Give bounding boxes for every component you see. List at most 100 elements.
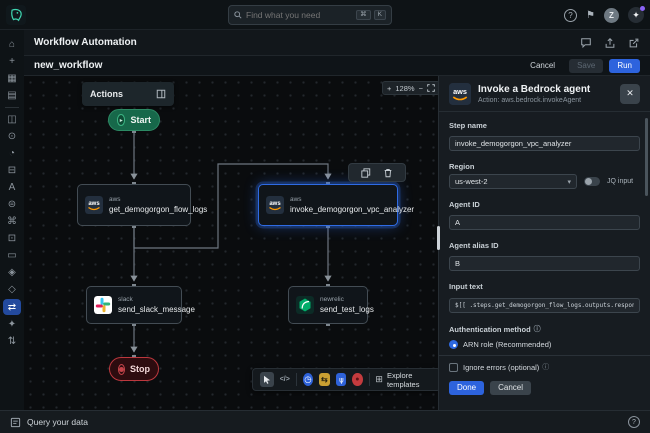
region-select[interactable]: us-west-2 ▾ [449, 174, 577, 189]
nav-logs-icon[interactable]: ⊜ [3, 196, 21, 213]
nav-workflows-icon[interactable]: ⇄ [3, 299, 21, 315]
node-app-label: slack [118, 295, 195, 305]
jq-input-toggle[interactable] [584, 177, 600, 186]
datadog-logo[interactable] [6, 5, 26, 25]
agent-id-label: Agent ID [449, 200, 640, 209]
explore-templates-button[interactable]: ⊞ Explore templates [375, 371, 433, 389]
page-title: Workflow Automation [34, 37, 137, 48]
node-invoke-demogorgon-vpc-analyzer[interactable]: aws aws invoke_demogorgon_vpc_analyzer [258, 184, 398, 226]
nav-ci-icon[interactable]: ⌘ [3, 213, 21, 230]
panel-cancel-button[interactable]: Cancel [490, 381, 531, 395]
templates-grid-icon: ⊞ [375, 374, 383, 385]
info-icon: ⓘ [542, 362, 549, 372]
node-send-test-logs[interactable]: newrelic send_test_logs [288, 286, 368, 324]
global-search[interactable]: ⌘ K [228, 5, 392, 25]
nav-dashboards-icon[interactable]: ◔ [3, 145, 21, 162]
delete-icon[interactable] [383, 168, 393, 178]
panel-scrollbar[interactable] [645, 118, 648, 196]
nav-home-icon[interactable]: ⌂ [3, 36, 21, 53]
node-get-demogorgon-flow-logs[interactable]: aws aws get_demogorgon_flow_logs [77, 184, 191, 226]
cancel-button[interactable]: Cancel [522, 59, 563, 73]
code-view-button[interactable]: </> [280, 376, 290, 383]
monitor-trigger-icon[interactable]: ● [352, 373, 362, 386]
agent-alias-id-input[interactable] [449, 256, 640, 271]
step-config-panel: aws Invoke a Bedrock agent Action: aws.b… [438, 76, 650, 410]
panel-body: Step name Region us-west-2 ▾ JQ input Ag… [439, 113, 650, 355]
search-input[interactable] [246, 10, 353, 20]
canvas-toolbar: </> ◷ ⇆ ⋔ ● ⊞ Explore templates [252, 368, 441, 391]
query-your-data-button[interactable]: Query your data [27, 417, 88, 427]
input-text-label: Input text [449, 282, 640, 291]
schedule-trigger-icon[interactable]: ◷ [303, 373, 313, 386]
node-app-label: newrelic [320, 295, 374, 305]
agent-id-input[interactable] [449, 215, 640, 230]
link-icon[interactable] [628, 37, 640, 49]
start-node[interactable]: ▸ Start [108, 109, 160, 131]
shortcut-cmd-key: ⌘ [356, 10, 371, 21]
zoom-in-button[interactable]: + [387, 84, 391, 93]
node-send-slack-message[interactable]: slack send_slack_message [86, 286, 182, 324]
nav-pipelines-icon[interactable]: ⇅ [3, 333, 21, 350]
nav-notebooks-icon[interactable]: ◫ [3, 111, 21, 128]
user-avatar[interactable]: Z [604, 8, 619, 23]
jq-input-label: JQ input [607, 178, 633, 185]
zoom-level: 128% [395, 84, 414, 93]
panel-footer: Ignore errors (optional) ⓘ Done Cancel [439, 355, 650, 410]
nav-ai-icon[interactable]: ✦ [3, 316, 21, 333]
panel-header: aws Invoke a Bedrock agent Action: aws.b… [439, 76, 650, 112]
save-button[interactable]: Save [569, 59, 603, 73]
nav-service-catalog-icon[interactable]: ◈ [3, 264, 21, 281]
nav-docs-icon[interactable]: ▤ [3, 87, 21, 104]
aws-icon: aws [449, 83, 471, 105]
export-icon[interactable] [604, 37, 616, 49]
region-label: Region [449, 162, 640, 171]
node-app-label: aws [290, 195, 414, 205]
nav-apps-icon[interactable]: ▦ [3, 70, 21, 87]
workflow-automation-app: ⌘ K ? ⚑ Z ✦ Workflow Automation new_work… [0, 0, 650, 433]
start-node-label: Start [130, 115, 151, 125]
nav-apm-icon[interactable]: A [3, 179, 21, 196]
nav-add-icon[interactable]: + [3, 53, 21, 70]
workflow-canvas[interactable]: Actions + 128% − ▸ Start aws aw [24, 76, 438, 410]
input-text-input[interactable] [449, 298, 640, 313]
datadog-logo-icon [9, 8, 23, 22]
nav-billing-icon[interactable]: ▭ [3, 247, 21, 264]
left-nav-rail: ⌂ + ▦ ▤ ◫ ⊙ ◔ ⊟ A ⊜ ⌘ ⊡ ▭ ◈ ◇ ⇄ ✦ ⇅ [0, 30, 24, 410]
workflow-name: new_workflow [34, 60, 102, 71]
ignore-errors-option[interactable]: Ignore errors (optional) ⓘ [449, 362, 640, 372]
query-status-bar: Query your data ? [0, 410, 650, 433]
nav-infrastructure-icon[interactable]: ⊟ [3, 162, 21, 179]
run-button[interactable]: Run [609, 59, 640, 73]
feedback-flag-icon[interactable]: ⚑ [586, 10, 595, 21]
select-tool-button[interactable] [260, 372, 274, 387]
stop-node[interactable]: Stop [109, 357, 159, 381]
nav-security-icon[interactable]: ◇ [3, 281, 21, 298]
nav-monitors-icon[interactable]: ⊙ [3, 128, 21, 145]
done-button[interactable]: Done [449, 381, 484, 395]
ai-assistant-button[interactable]: ✦ [628, 7, 644, 23]
collapse-panel-icon[interactable] [156, 89, 166, 99]
branch-logic-icon[interactable]: ⋔ [336, 373, 346, 386]
zoom-controls: + 128% − [382, 81, 440, 95]
close-panel-button[interactable]: ✕ [620, 84, 640, 104]
actions-panel-header[interactable]: Actions [82, 82, 174, 106]
help-icon[interactable]: ? [628, 416, 640, 428]
zoom-out-button[interactable]: − [419, 84, 423, 93]
fit-view-icon[interactable] [427, 84, 435, 92]
ignore-errors-label: Ignore errors (optional) [463, 363, 539, 372]
comment-icon[interactable] [580, 37, 592, 49]
duplicate-icon[interactable] [361, 168, 371, 178]
workflow-edges [24, 76, 438, 410]
nav-rum-icon[interactable]: ⊡ [3, 230, 21, 247]
transform-action-icon[interactable]: ⇆ [319, 373, 329, 386]
agent-alias-id-label: Agent alias ID [449, 241, 640, 250]
chevron-down-icon: ▾ [567, 178, 571, 186]
auth-option-label: ARN role (Recommended) [463, 340, 551, 349]
aws-icon: aws [85, 196, 103, 214]
auth-option-arn-role[interactable]: ARN role (Recommended) [449, 340, 640, 349]
help-icon[interactable]: ? [564, 9, 577, 22]
region-value: us-west-2 [455, 177, 567, 186]
node-step-name: invoke_demogorgon_vpc_analyzer [290, 204, 414, 215]
step-name-input[interactable] [449, 136, 640, 151]
step-name-label: Step name [449, 121, 640, 130]
